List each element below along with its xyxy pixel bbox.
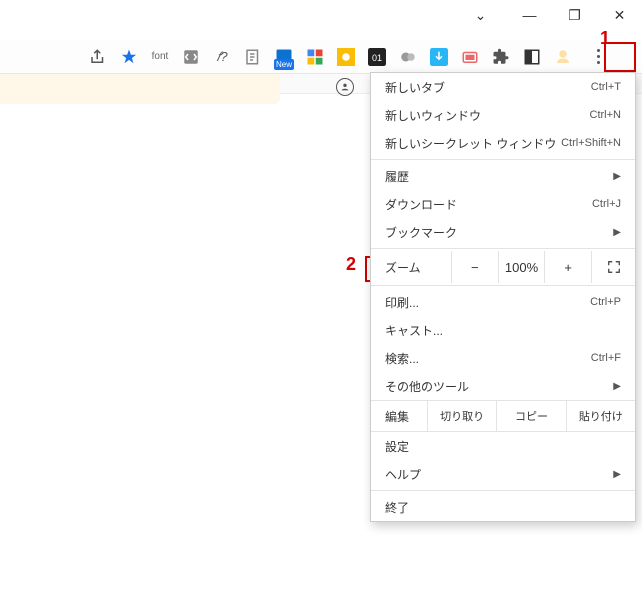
menu-label: 終了 <box>385 499 409 516</box>
annotation-1-box <box>604 42 636 72</box>
main-menu: 新しいタブ Ctrl+T 新しいウィンドウ Ctrl+N 新しいシークレット ウ… <box>370 72 636 522</box>
toolbar: font 𝑓? New 01 <box>0 40 642 74</box>
menu-print[interactable]: 印刷... Ctrl+P <box>371 288 635 316</box>
submenu-arrow-icon: ▶ <box>613 171 621 182</box>
counter-ext-icon[interactable]: 01 <box>367 47 387 67</box>
maximize-button[interactable]: ❐ <box>552 0 597 30</box>
menu-separator <box>371 248 635 249</box>
profile-avatar[interactable] <box>553 47 573 67</box>
reader-ext-icon[interactable] <box>522 47 542 67</box>
menu-exit[interactable]: 終了 <box>371 493 635 521</box>
menu-shortcut: Ctrl+N <box>590 109 621 121</box>
zoom-in-button[interactable]: + <box>544 251 591 283</box>
svg-text:01: 01 <box>372 52 382 62</box>
menu-label: 新しいタブ <box>385 79 445 96</box>
page-profile-icon[interactable] <box>336 78 354 96</box>
share-icon[interactable] <box>88 47 108 67</box>
menu-shortcut: Ctrl+P <box>590 296 621 308</box>
menu-label: 新しいウィンドウ <box>385 107 481 124</box>
menu-new-window[interactable]: 新しいウィンドウ Ctrl+N <box>371 101 635 129</box>
menu-more-tools[interactable]: その他のツール ▶ <box>371 372 635 400</box>
zoom-out-button[interactable]: − <box>451 251 498 283</box>
menu-label: 設定 <box>385 438 409 455</box>
menu-label: 検索... <box>385 350 419 367</box>
menu-edit-label: 編集 <box>371 401 427 431</box>
grey-ext-icon[interactable] <box>398 47 418 67</box>
menu-downloads[interactable]: ダウンロード Ctrl+J <box>371 190 635 218</box>
devtools-icon[interactable] <box>181 47 201 67</box>
menu-label: ブックマーク <box>385 224 457 241</box>
close-button[interactable]: ✕ <box>597 0 642 30</box>
download-ext-icon[interactable] <box>429 47 449 67</box>
submenu-arrow-icon: ▶ <box>613 469 621 480</box>
menu-label: キャスト... <box>385 322 443 339</box>
menu-label: 新しいシークレット ウィンドウ <box>385 135 556 152</box>
extensions-icon[interactable] <box>491 47 511 67</box>
menu-shortcut: Ctrl+T <box>591 81 621 93</box>
menu-label: ヘルプ <box>385 466 421 483</box>
cut-button[interactable]: 切り取り <box>427 401 496 431</box>
menu-cast[interactable]: キャスト... <box>371 316 635 344</box>
menu-history[interactable]: 履歴 ▶ <box>371 162 635 190</box>
window-controls: ⌄ — ❐ ✕ <box>458 0 642 30</box>
menu-help[interactable]: ヘルプ ▶ <box>371 460 635 488</box>
news-extension-icon[interactable]: New <box>274 47 294 67</box>
paste-button[interactable]: 貼り付け <box>566 401 635 431</box>
fullscreen-button[interactable] <box>591 251 635 283</box>
submenu-arrow-icon: ▶ <box>613 381 621 392</box>
menu-label: ダウンロード <box>385 196 457 213</box>
menu-edit-row: 編集 切り取り コピー 貼り付け <box>371 400 635 432</box>
toolbar-icons: font 𝑓? New 01 <box>88 43 612 71</box>
bookmark-star-icon[interactable] <box>119 47 139 67</box>
screenshot-ext-icon[interactable] <box>460 47 480 67</box>
menu-label: 印刷... <box>385 294 419 311</box>
menu-shortcut: Ctrl+F <box>591 352 621 364</box>
menu-settings[interactable]: 設定 <box>371 432 635 460</box>
copy-button[interactable]: コピー <box>496 401 565 431</box>
menu-separator <box>371 490 635 491</box>
minimize-button[interactable]: — <box>507 0 552 30</box>
zoom-value: 100% <box>498 251 545 283</box>
submenu-arrow-icon: ▶ <box>613 227 621 238</box>
google-icon[interactable] <box>305 47 325 67</box>
note-icon[interactable] <box>243 47 263 67</box>
menu-new-tab[interactable]: 新しいタブ Ctrl+T <box>371 73 635 101</box>
annotation-2: 2 <box>346 254 356 275</box>
menu-separator <box>371 159 635 160</box>
menu-zoom-label: ズーム <box>371 259 451 276</box>
menu-label: 履歴 <box>385 168 409 185</box>
menu-zoom-row: ズーム − 100% + <box>371 251 635 283</box>
tab-dropdown-button[interactable]: ⌄ <box>458 0 503 30</box>
menu-incognito[interactable]: 新しいシークレット ウィンドウ Ctrl+Shift+N <box>371 129 635 157</box>
menu-shortcut: Ctrl+Shift+N <box>561 137 621 149</box>
menu-shortcut: Ctrl+J <box>592 198 621 210</box>
page-banner <box>0 74 280 104</box>
menu-bookmarks[interactable]: ブックマーク ▶ <box>371 218 635 246</box>
menu-label: その他のツール <box>385 378 469 395</box>
font-extension-icon[interactable]: font <box>150 47 170 67</box>
yellow-ext-icon[interactable] <box>336 47 356 67</box>
function-icon[interactable]: 𝑓? <box>212 47 232 67</box>
menu-find[interactable]: 検索... Ctrl+F <box>371 344 635 372</box>
menu-separator <box>371 285 635 286</box>
